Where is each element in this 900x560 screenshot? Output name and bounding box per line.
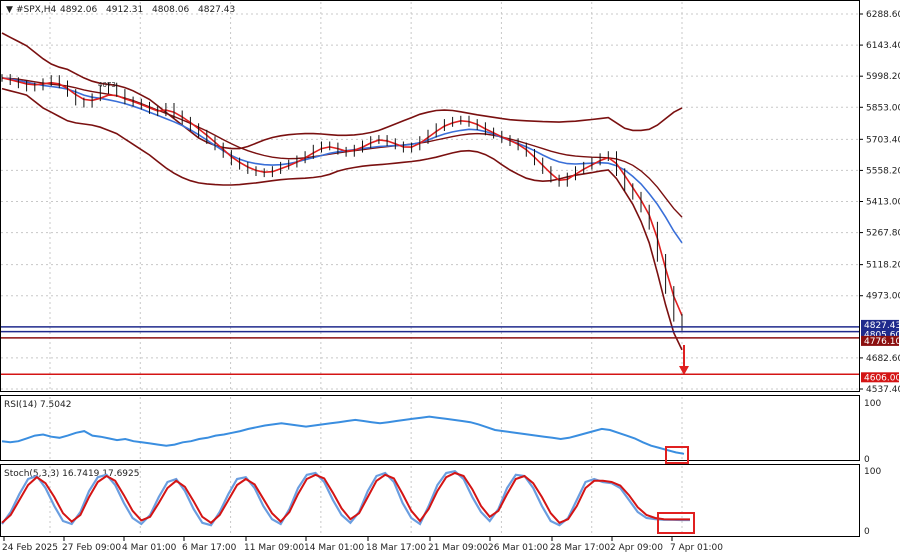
- chart-annotation: 4073: [98, 81, 116, 89]
- price-tick-label: 5703.40: [866, 135, 900, 145]
- time-tick-label: 6 Mar 17:00: [182, 543, 237, 553]
- stoch-tick-label: 100: [864, 467, 881, 477]
- time-tick-label: 11 Mar 09:00: [244, 543, 304, 553]
- triangle-down-icon: ▼: [6, 5, 13, 15]
- price-tick-label: 5853.00: [866, 103, 900, 113]
- symbol-label: #SPX,H4: [16, 5, 56, 15]
- time-tick-label: 14 Mar 01:00: [304, 543, 364, 553]
- time-axis: 24 Feb 2025 27 Feb 09:00 4 Mar 01:00 6 Mar …: [2, 537, 723, 553]
- level-label: 4776.10: [864, 337, 900, 347]
- stoch-label: Stoch(5,3,3) 16.7419 17.6925: [4, 469, 139, 479]
- price-tick-label: 4537.40: [866, 385, 900, 395]
- rsi-panel[interactable]: [0, 395, 860, 461]
- price-tick-label: 6143.40: [866, 41, 900, 51]
- rsi-tick-label: 0: [864, 455, 870, 465]
- stoch-axis: 100 0: [864, 467, 881, 537]
- time-tick-label: 7 Apr 01:00: [670, 543, 723, 553]
- time-tick-label: 18 Mar 17:00: [366, 543, 426, 553]
- price-tick-label: 5267.80: [866, 229, 900, 239]
- close-value: 4827.43: [198, 5, 235, 15]
- chart-svg[interactable]: ▼ #SPX,H4 4892.06 4912.31 4808.06 4827.4…: [0, 0, 900, 560]
- low-value: 4808.06: [152, 5, 189, 15]
- level-label: 4827.43: [864, 321, 900, 331]
- rsi-axis: 100 0: [864, 399, 881, 465]
- trading-chart[interactable]: ▼ #SPX,H4 4892.06 4912.31 4808.06 4827.4…: [0, 0, 900, 560]
- stoch-tick-label: 0: [864, 527, 870, 537]
- time-tick-label: 4 Mar 01:00: [122, 543, 177, 553]
- price-panel[interactable]: [0, 0, 860, 392]
- time-tick-label: 24 Feb 2025: [2, 543, 58, 553]
- price-tick-label: 5118.20: [866, 261, 900, 271]
- time-tick-label: 28 Mar 17:00: [550, 543, 610, 553]
- price-tick-label: 4973.00: [866, 292, 900, 302]
- price-tick-label: 6288.60: [866, 10, 900, 20]
- price-tick-label: 5558.20: [866, 166, 900, 176]
- time-tick-label: 2 Apr 09:00: [610, 543, 663, 553]
- price-tick-label: 5998.20: [866, 72, 900, 82]
- high-value: 4912.31: [106, 5, 143, 15]
- price-tick-label: 5413.00: [866, 198, 900, 208]
- time-tick-label: 21 Mar 09:00: [428, 543, 488, 553]
- time-tick-label: 27 Feb 09:00: [62, 543, 121, 553]
- rsi-tick-label: 100: [864, 399, 881, 409]
- price-tick-label: 4682.60: [866, 354, 900, 364]
- level-label: 4606.00: [864, 373, 900, 383]
- open-value: 4892.06: [60, 5, 97, 15]
- time-tick-label: 26 Mar 01:00: [488, 543, 548, 553]
- rsi-label: RSI(14) 7.5042: [4, 400, 71, 410]
